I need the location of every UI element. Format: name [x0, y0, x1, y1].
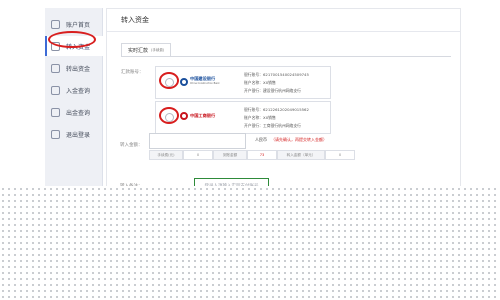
logout-icon [51, 129, 60, 139]
icbc-logo: 中国工商银行 [180, 112, 215, 120]
tab-realtime-remit[interactable]: 实时汇款 (手续费) [121, 43, 172, 57]
ccb-logo-icon [180, 77, 188, 86]
main-panel: 转入资金 实时汇款 (手续费) 汇款账号： 中国建设银行 China Const… [106, 8, 461, 192]
amount-hint: 人民币 （请先确认，再提交转入金额） [255, 137, 327, 143]
bank-branch: 开户银行：建设银行杭州网络支行 [244, 88, 301, 93]
bank-option-icbc[interactable]: 中国工商银行 银行账号：6212261202049015562 账户名称：XX销… [155, 101, 331, 134]
annotation-circle-icbc [159, 107, 179, 124]
bank-account-name: 账户名称：XX销售 [244, 115, 276, 120]
divider [121, 56, 451, 57]
sidebar-item-logout[interactable]: 退出登录 [45, 124, 103, 144]
icbc-logo-icon [180, 112, 188, 120]
sidebar-item-transfer-out[interactable]: 转出资金 [45, 58, 103, 78]
bank-account-number: 银行账号：6217001540024509745 [244, 72, 309, 77]
currency-label: 人民币 [255, 137, 267, 142]
fee-key: 手续费(元) [149, 150, 183, 160]
bank-name: 中国建设银行 [190, 76, 216, 81]
tab-sub-label: (手续费) [151, 48, 165, 52]
sidebar-item-label: 出金查询 [66, 109, 91, 117]
amount-warning: （请先确认，再提交转入金额） [271, 137, 327, 142]
sidebar-item-label: 转出资金 [66, 65, 91, 73]
screen: 账户首页 转入资金 转出资金 入金查询 出金查询 退出登录 转入资金 实时汇款 [0, 0, 500, 300]
fee-value: 0 [325, 150, 355, 160]
deposit-query-icon [51, 85, 60, 95]
sidebar-item-label: 入金查询 [66, 87, 91, 95]
amount-label: 转入金额： [120, 143, 143, 148]
transfer-out-icon [51, 63, 60, 73]
withdraw-query-icon [51, 107, 60, 117]
sidebar-item-withdraw-query[interactable]: 出金查询 [45, 102, 103, 122]
bank-account-label: 汇款账号： [121, 70, 144, 75]
sidebar-item-deposit-query[interactable]: 入金查询 [45, 80, 103, 100]
sidebar-item-label: 退出登录 [66, 131, 91, 139]
annotation-circle-ccb [159, 72, 179, 89]
bank-sub-name: China Construction Bank [190, 81, 220, 85]
home-icon [51, 19, 60, 29]
bank-branch: 开户银行：工商银行杭州网络支行 [244, 123, 301, 128]
fee-key: 转入金额（单元） [277, 150, 325, 160]
amount-input[interactable] [149, 133, 246, 149]
sidebar-item-label: 账户首页 [66, 21, 91, 29]
bank-account-number: 银行账号：6212261202049015562 [244, 107, 309, 112]
fee-key: 到账金额 [213, 150, 247, 160]
divider [107, 31, 460, 32]
fee-summary-row: 手续费(元) 0 到账金额 73 转入金额（单元） 0 [149, 150, 355, 160]
tab-label: 实时汇款 [128, 48, 149, 54]
bank-option-ccb[interactable]: 中国建设银行 China Construction Bank 银行账号：6217… [155, 66, 331, 99]
bank-account-name: 账户名称：XX销售 [244, 80, 276, 85]
ccb-logo: 中国建设银行 China Construction Bank [180, 76, 220, 86]
fee-value: 0 [183, 150, 213, 160]
halftone-overlay [0, 186, 500, 300]
annotation-circle-sidebar [48, 31, 96, 48]
bank-name: 中国工商银行 [190, 112, 216, 118]
page-title: 转入资金 [121, 16, 149, 24]
fee-value: 73 [247, 150, 277, 160]
